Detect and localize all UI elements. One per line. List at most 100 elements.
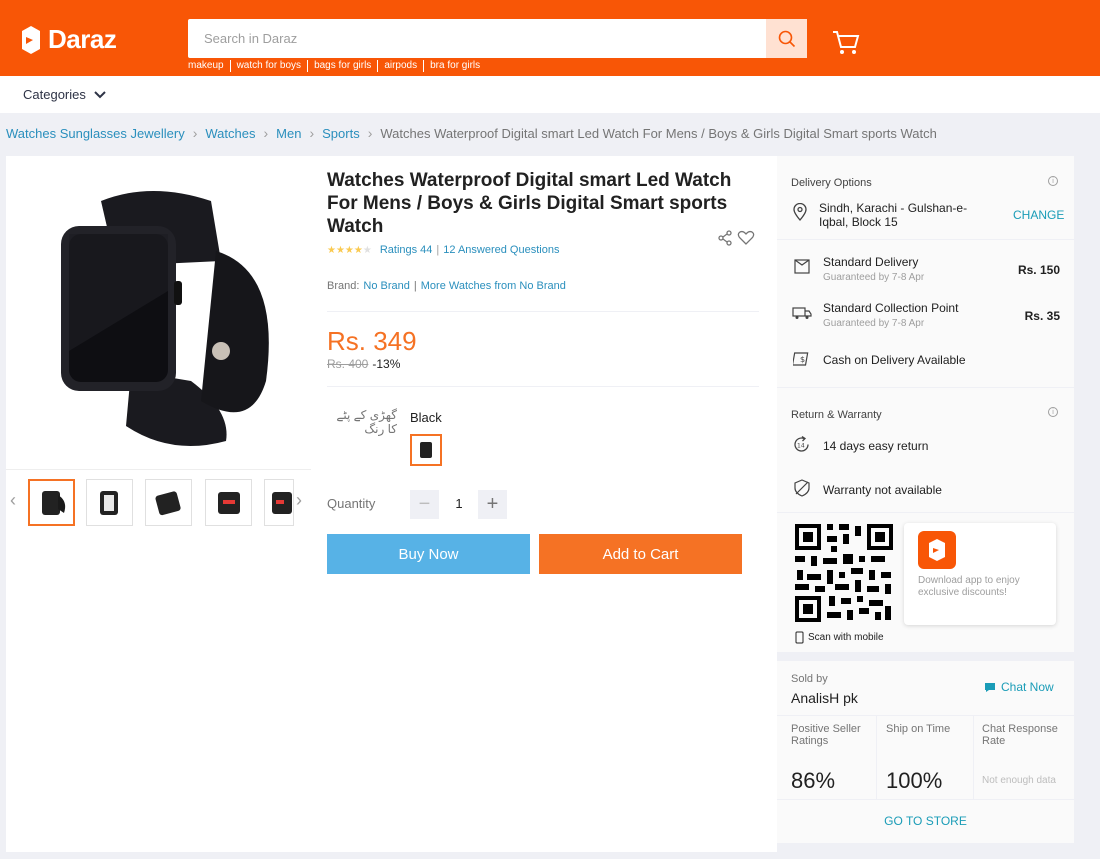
info-icon[interactable]: i bbox=[1048, 407, 1058, 417]
suggestion-link[interactable]: airpods bbox=[378, 60, 425, 72]
divider: | bbox=[413, 280, 417, 292]
info-icon[interactable]: i bbox=[1048, 176, 1058, 186]
warranty-text: Warranty not available bbox=[823, 483, 942, 497]
seller-metric: Positive Seller Ratings 86% bbox=[777, 715, 876, 800]
divider bbox=[777, 239, 1074, 240]
app-promo-card[interactable]: Download app to enjoy exclusive discount… bbox=[904, 523, 1056, 625]
warranty-heading: Return & Warranty bbox=[791, 409, 882, 421]
heart-icon[interactable] bbox=[737, 230, 755, 246]
color-swatch[interactable] bbox=[410, 434, 442, 466]
product-title: Watches Waterproof Digital smart Led Wat… bbox=[327, 170, 732, 237]
watch-thumbnail-image bbox=[41, 490, 65, 515]
return-14-days-icon: 14 bbox=[794, 435, 809, 452]
brand-label: Brand: bbox=[327, 280, 360, 292]
daraz-app-icon bbox=[918, 531, 956, 569]
share-icon[interactable] bbox=[717, 230, 733, 246]
questions-link[interactable]: 12 Answered Questions bbox=[443, 244, 559, 256]
daraz-logo[interactable]: Daraz bbox=[20, 24, 117, 55]
delivery-heading: Delivery Options bbox=[791, 177, 872, 189]
metric-value: 86% bbox=[791, 768, 836, 793]
thumbnail[interactable] bbox=[28, 479, 75, 526]
thumbnail[interactable] bbox=[145, 479, 192, 526]
daraz-logo-icon bbox=[22, 25, 40, 54]
original-price: Rs. 400 bbox=[327, 357, 369, 371]
scan-label: Scan with mobile bbox=[808, 632, 884, 643]
svg-text:$: $ bbox=[800, 355, 805, 364]
breadcrumb-link[interactable]: Men bbox=[276, 126, 301, 141]
sold-by-label: Sold by bbox=[791, 673, 828, 685]
chevron-left-icon[interactable]: ‹ bbox=[10, 490, 16, 511]
product-image[interactable] bbox=[21, 171, 311, 461]
original-price-row: Rs. 400 -13% bbox=[327, 357, 400, 371]
quantity-decrease-button[interactable]: − bbox=[410, 490, 439, 519]
categories-dropdown[interactable]: Categories bbox=[23, 87, 106, 102]
cash-icon: $ bbox=[793, 352, 809, 366]
breadcrumb: Watches Sunglasses Jewellery › Watches ›… bbox=[6, 125, 937, 141]
no-warranty-icon bbox=[794, 479, 810, 497]
suggestion-link[interactable]: makeup bbox=[188, 60, 231, 72]
breadcrumb-link[interactable]: Watches Sunglasses Jewellery bbox=[6, 126, 185, 141]
discount-badge: -13% bbox=[372, 357, 401, 371]
change-location-link[interactable]: CHANGE bbox=[1013, 208, 1064, 222]
divider bbox=[327, 311, 759, 312]
suggestion-link[interactable]: bags for girls bbox=[308, 60, 379, 72]
scan-with-mobile: Scan with mobile bbox=[795, 631, 884, 644]
metric-value: Not enough data bbox=[982, 775, 1056, 786]
search-input[interactable] bbox=[188, 19, 766, 58]
rating-row: ★★★★★ Ratings 44 | 12 Answered Questions bbox=[327, 244, 559, 256]
chevron-right-icon: › bbox=[309, 125, 315, 141]
watch-thumbnail-image bbox=[272, 491, 292, 514]
qr-code-image[interactable] bbox=[793, 522, 895, 624]
suggestion-link[interactable]: bra for girls bbox=[424, 60, 486, 72]
delivery-option-name: Standard Collection Point bbox=[823, 301, 959, 315]
ratings-link[interactable]: Ratings 44 bbox=[380, 244, 433, 256]
chevron-right-icon[interactable]: › bbox=[296, 490, 302, 511]
delivery-option-eta: Guaranteed by 7-8 Apr bbox=[823, 318, 925, 329]
daraz-logo-icon bbox=[929, 539, 945, 561]
thumbnail[interactable] bbox=[264, 479, 294, 526]
variant-label: گھڑی کے پٹے کا رنگ bbox=[336, 408, 397, 436]
divider: | bbox=[436, 244, 440, 256]
app-promo-text: Download app to enjoy exclusive discount… bbox=[918, 575, 1020, 598]
seller-panel: Sold by AnalisH pk Chat Now Positive Sel… bbox=[777, 661, 1074, 843]
thumbnail[interactable] bbox=[205, 479, 252, 526]
thumbnail[interactable] bbox=[86, 479, 133, 526]
brand-link[interactable]: No Brand bbox=[363, 280, 409, 292]
seller-metric: Ship on Time 100% bbox=[876, 715, 973, 800]
suggestion-link[interactable]: watch for boys bbox=[231, 60, 309, 72]
location-pin-icon bbox=[793, 203, 807, 221]
breadcrumb-link[interactable]: Sports bbox=[322, 126, 360, 141]
share-actions bbox=[717, 230, 755, 246]
chat-now-button[interactable]: Chat Now bbox=[984, 680, 1054, 694]
cart-button[interactable] bbox=[832, 30, 860, 61]
add-to-cart-button[interactable]: Add to Cart bbox=[539, 534, 742, 574]
quantity-label: Quantity bbox=[327, 496, 376, 511]
divider bbox=[327, 386, 759, 387]
metric-title: Ship on Time bbox=[886, 723, 951, 735]
delivery-option-price: Rs. 150 bbox=[1017, 263, 1060, 277]
svg-text:14: 14 bbox=[797, 443, 805, 450]
search-button[interactable] bbox=[766, 19, 807, 58]
search-bar bbox=[188, 19, 807, 58]
search-icon bbox=[778, 30, 795, 47]
go-to-store-link[interactable]: GO TO STORE bbox=[777, 814, 1074, 828]
cod-text: Cash on Delivery Available bbox=[823, 353, 966, 367]
divider bbox=[777, 387, 1074, 388]
breadcrumb-link[interactable]: Watches bbox=[205, 126, 255, 141]
watch-thumbnail-image bbox=[154, 490, 181, 515]
watch-thumbnail-image bbox=[99, 490, 118, 515]
seller-name: AnalisH pk bbox=[791, 690, 858, 706]
buy-now-button[interactable]: Buy Now bbox=[327, 534, 530, 574]
mobile-phone-icon bbox=[795, 631, 804, 644]
metric-title: Positive Seller Ratings bbox=[791, 723, 861, 747]
quantity-input[interactable] bbox=[452, 496, 466, 511]
more-from-brand-link[interactable]: More Watches from No Brand bbox=[421, 280, 566, 292]
cart-icon bbox=[833, 31, 860, 54]
delivery-option-price: Rs. 35 bbox=[1024, 309, 1060, 323]
star-rating: ★★★★★ bbox=[327, 244, 372, 256]
delivery-option-eta: Guaranteed by 7-8 Apr bbox=[823, 272, 925, 283]
chat-icon bbox=[985, 682, 995, 692]
watch-thumbnail-image bbox=[217, 491, 240, 514]
quantity-increase-button[interactable]: + bbox=[478, 490, 507, 519]
chevron-down-icon bbox=[94, 90, 106, 98]
